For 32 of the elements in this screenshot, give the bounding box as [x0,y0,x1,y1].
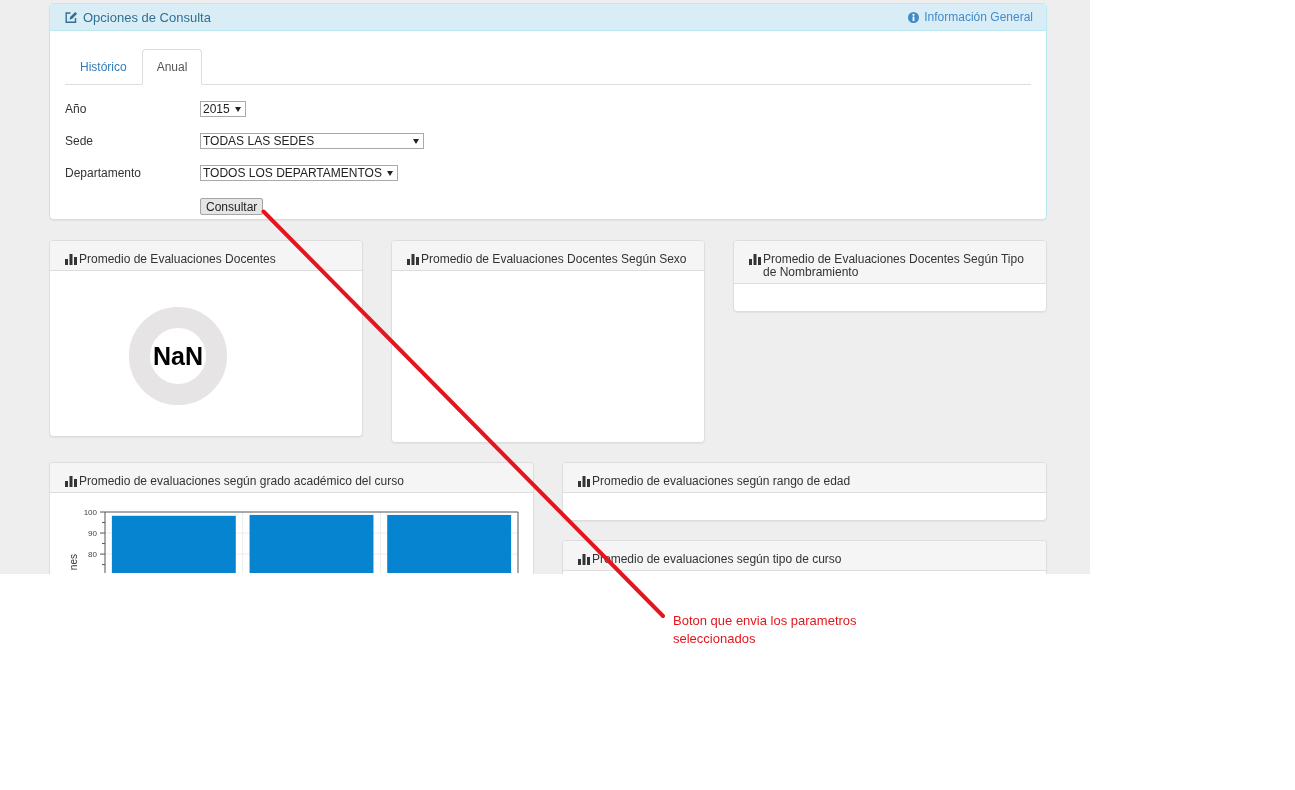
annotation-text: Boton que envia los parametros seleccionados [673,612,858,648]
caret-icon [413,138,419,144]
tab[interactable]: Histórico [65,49,142,84]
field-label: Año [65,101,88,118]
edit-icon [65,11,78,23]
axis-label: nes [68,554,79,571]
panel-title: Promedio de evaluaciones según rango de edad [592,475,851,488]
tab[interactable]: Anual [141,49,203,85]
tick-label: 90 [88,529,97,539]
bar-chart-icon [578,554,590,565]
field-label: Departamento [65,165,143,182]
bar-chart-icon [578,476,590,487]
select-field[interactable]: TODOS LOS DEPARTAMENTOS [200,165,398,181]
select-field[interactable]: TODAS LAS SEDES [200,133,424,149]
field-label: Sede [65,133,95,150]
info-icon [908,11,920,23]
consultar-button[interactable]: Consultar [200,198,264,215]
panel-title: Promedio de Evaluaciones Docentes Según Tipo de Nombramiento [763,253,1025,279]
bar-chart-icon [407,254,419,265]
tick-label: 80 [88,550,97,560]
panel-title: Promedio de Evaluaciones Docentes Según Sexo [421,253,687,266]
panel-title: Promedio de evaluaciones según grado académico del curso [79,475,404,488]
tick-label: 100 [83,508,97,517]
panel-title: Opciones de Consulta [83,10,211,24]
panel-title: Promedio de Evaluaciones Docentes [79,253,276,266]
caret-icon [234,106,241,112]
select-field[interactable]: 2015 [200,101,246,117]
bar-chart-icon [749,254,761,265]
gauge-value: NaN [153,342,203,370]
bar-chart-icon [65,476,77,487]
bar-chart-icon [65,254,77,265]
caret-icon [386,170,393,176]
